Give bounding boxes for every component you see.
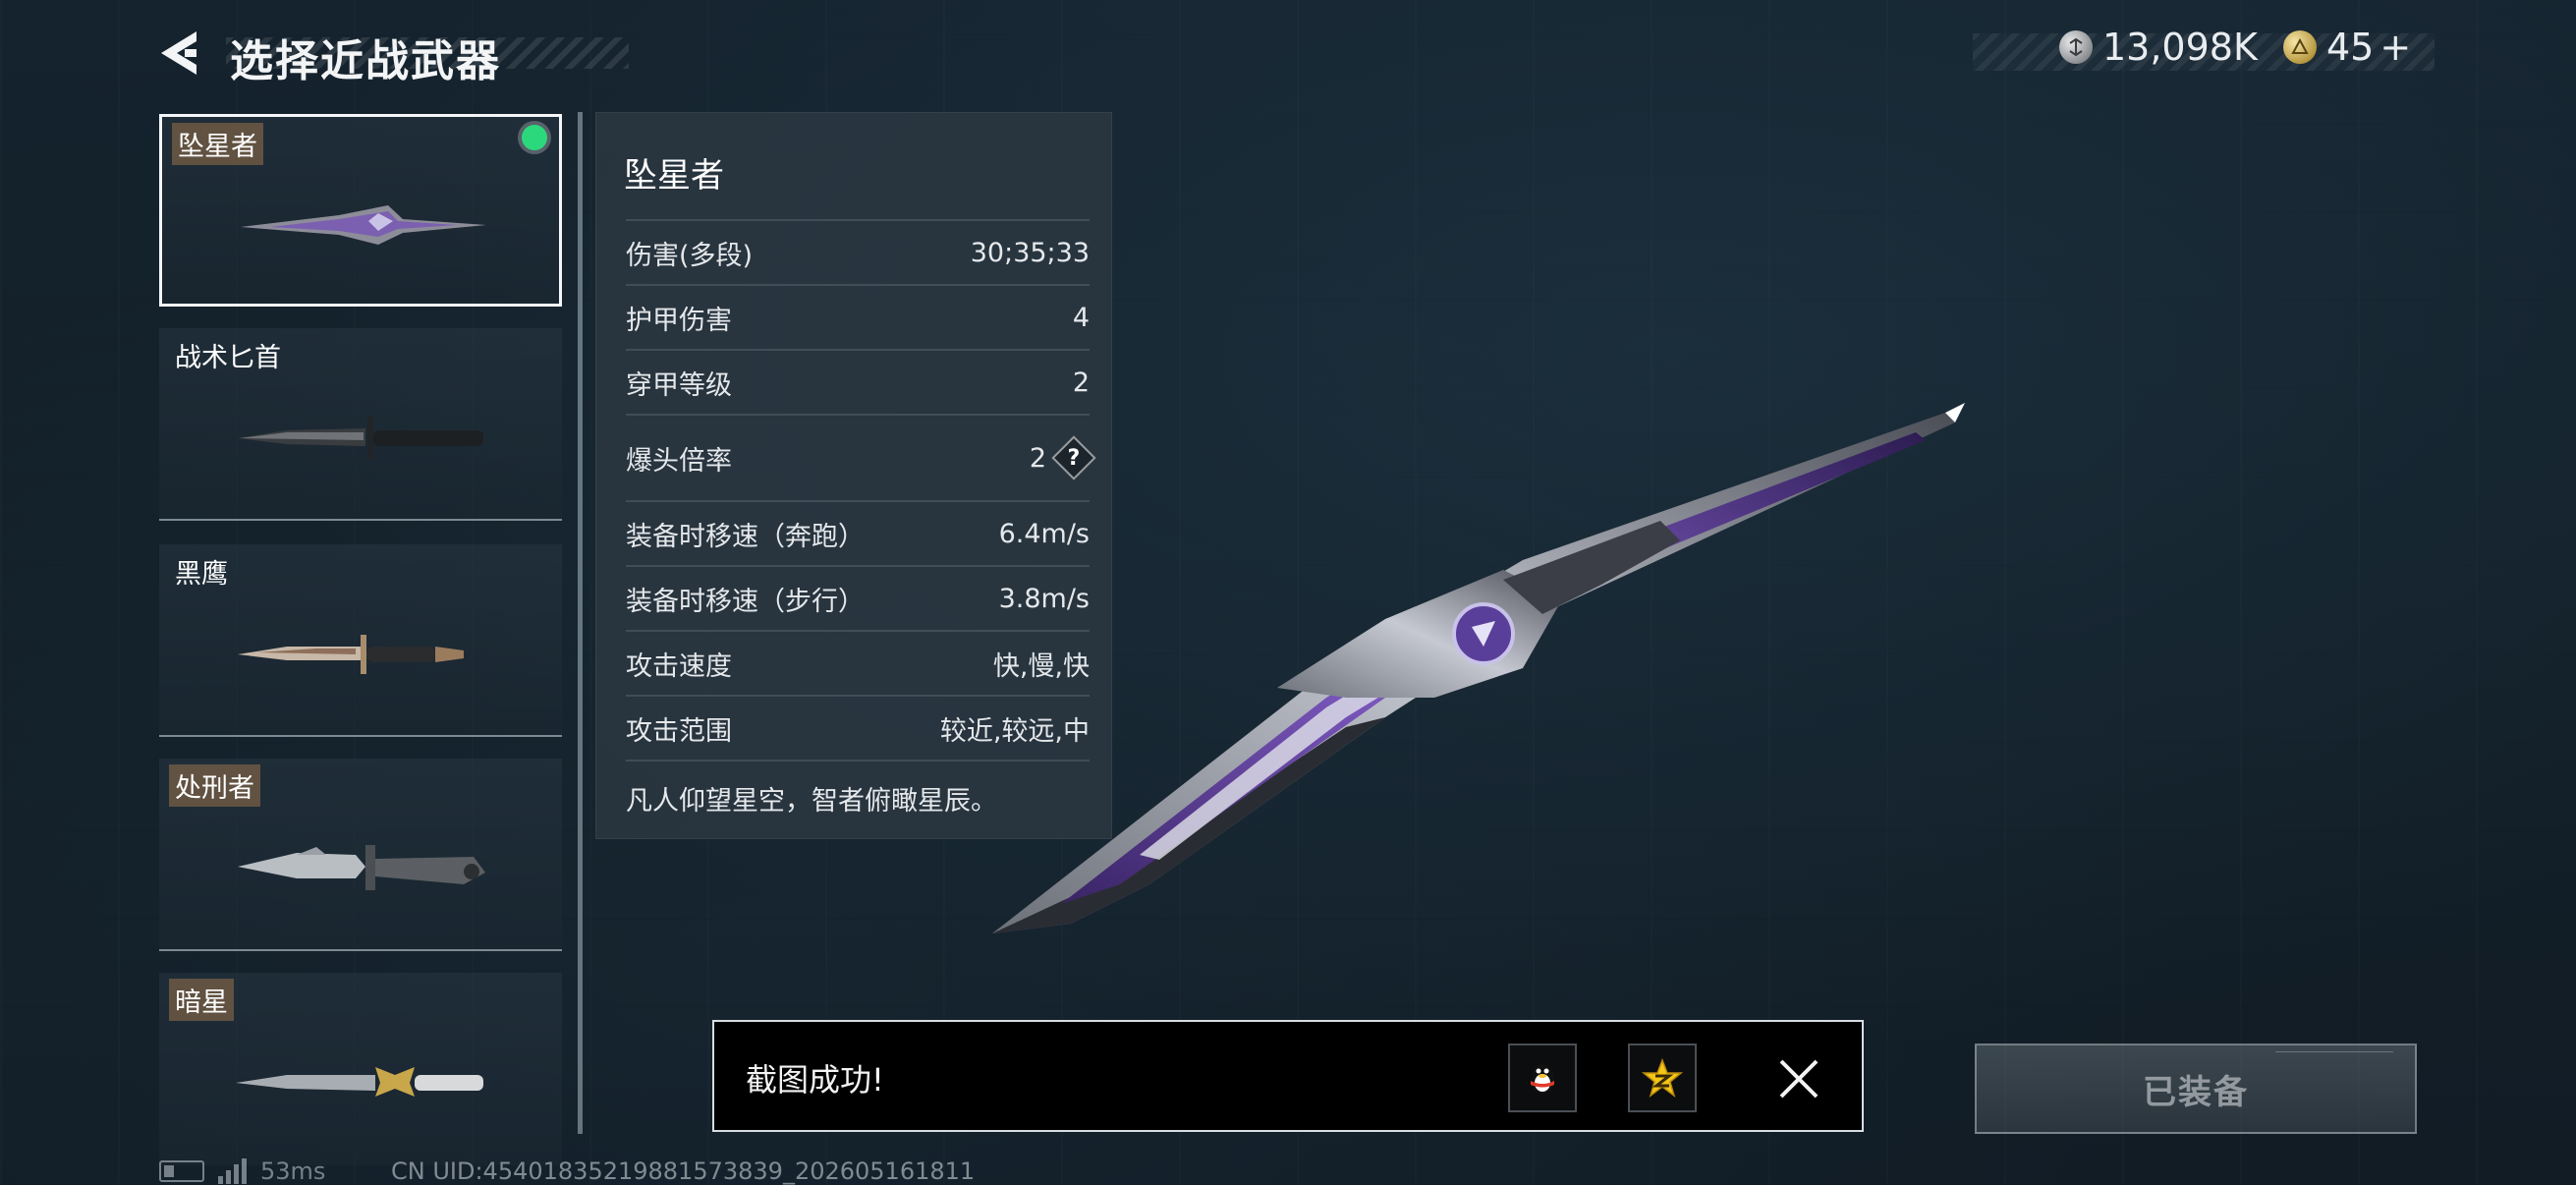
weapon-card-star-faller[interactable]: 坠星者 <box>159 114 562 307</box>
screenshot-toast: 截图成功! <box>712 1020 1864 1132</box>
gold-coin-icon <box>2283 30 2317 64</box>
weapon-detail-title: 坠星者 <box>624 156 724 196</box>
weapon-thumbnail <box>238 635 464 674</box>
silver-currency[interactable]: 13,098K <box>2059 26 2258 69</box>
weapon-thumbnail <box>238 845 485 890</box>
signal-icon <box>218 1158 247 1184</box>
status-bar: 53ms <box>159 1157 325 1185</box>
stat-row-damage: 伤害(多段) 30;35;33 <box>626 219 1090 284</box>
back-arrow-icon <box>161 31 196 75</box>
gold-currency[interactable]: 45 + <box>2283 26 2411 69</box>
stat-value: 30;35;33 <box>970 237 1090 268</box>
qzone-star-icon <box>1641 1057 1684 1098</box>
back-button[interactable] <box>155 28 204 79</box>
stat-label: 伤害(多段) <box>626 240 754 271</box>
weapon-showcase-render <box>992 403 1965 933</box>
weapon-thumbnail <box>236 1067 483 1097</box>
weapon-name: 坠星者 <box>172 123 263 165</box>
weapon-card-executioner[interactable]: 处刑者 <box>159 759 562 951</box>
silver-amount: 13,098K <box>2102 26 2258 69</box>
weapon-name: 暗星 <box>169 979 234 1021</box>
qq-penguin-icon <box>1531 1064 1554 1094</box>
battery-icon <box>159 1160 204 1182</box>
weapon-card-tactical-dagger[interactable]: 战术匕首 <box>159 328 562 521</box>
card-divider <box>159 949 562 951</box>
stat-label: 装备时移速（奔跑） <box>626 521 865 552</box>
gold-amount: 45 <box>2326 26 2375 69</box>
card-divider <box>159 519 562 521</box>
stat-label: 爆头倍率 <box>626 445 732 477</box>
stat-label: 穿甲等级 <box>626 369 732 401</box>
close-icon[interactable] <box>1777 1057 1820 1100</box>
share-qq-button[interactable] <box>1508 1044 1577 1112</box>
stat-value: 4 <box>1072 302 1090 333</box>
toast-message: 截图成功! <box>746 1061 884 1099</box>
equipped-button-label: 已装备 <box>2143 1072 2249 1112</box>
stat-label: 装备时移速（步行） <box>626 586 865 617</box>
ping-value: 53ms <box>260 1157 326 1185</box>
weapon-list-scrollbar[interactable] <box>578 112 583 1134</box>
stat-row-armor-damage: 护甲伤害 4 <box>626 284 1090 349</box>
weapon-name: 处刑者 <box>169 764 260 807</box>
stat-label: 护甲伤害 <box>626 305 732 336</box>
weapon-thumbnail <box>238 417 483 460</box>
weapon-name: 黑鹰 <box>175 559 228 590</box>
weapon-card-dark-star[interactable]: 暗星 <box>159 973 562 1165</box>
equipped-indicator <box>522 125 547 150</box>
weapon-thumbnail <box>241 205 486 245</box>
stat-label: 攻击范围 <box>626 715 732 747</box>
weapon-card-black-hawk[interactable]: 黑鹰 <box>159 544 562 737</box>
stat-label: 攻击速度 <box>626 650 732 682</box>
button-decor-line <box>2275 1051 2393 1062</box>
weapon-name: 战术匕首 <box>175 343 281 373</box>
user-uid: CN UID:454018352198815738­39_20260516181… <box>391 1157 976 1185</box>
page-title: 选择近战武器 <box>230 36 501 86</box>
equipped-button[interactable]: 已装备 <box>1975 1044 2417 1134</box>
share-qzone-button[interactable] <box>1628 1044 1697 1112</box>
gold-add-button[interactable]: + <box>2380 26 2411 69</box>
card-divider <box>159 735 562 737</box>
silver-coin-icon <box>2059 30 2093 64</box>
